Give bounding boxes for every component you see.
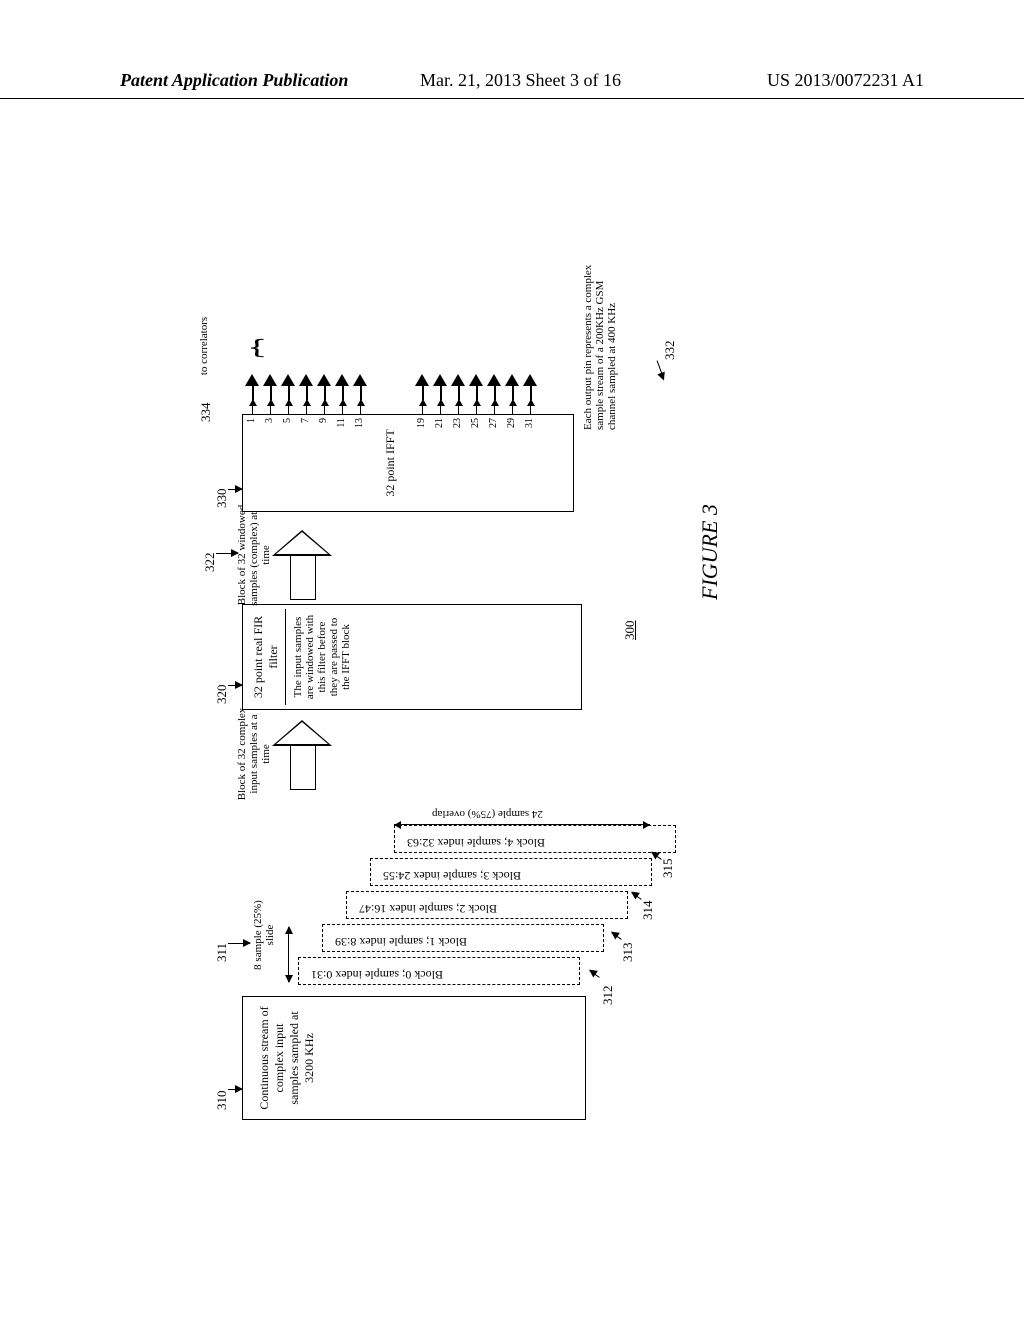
arrow2-label: Block of 32 windowed samples (complex) a…	[236, 500, 272, 610]
ref-300: 300	[622, 621, 638, 641]
ifft-pin-13	[360, 400, 361, 414]
header-right: US 2013/0072231 A1	[767, 70, 924, 91]
ifft-pin-11	[342, 400, 343, 414]
ifft-pin-label-25: 25	[470, 418, 481, 436]
ifft-pin-29	[512, 400, 513, 414]
ifft-pin-label-29: 29	[506, 418, 517, 436]
ref-334: 334	[198, 403, 214, 423]
ifft-pin-label-31: 31	[524, 418, 535, 436]
ref-330: 330	[214, 489, 230, 509]
ifft-pin-label-9: 9	[318, 418, 329, 436]
ifft-pin-19	[422, 400, 423, 414]
header-center: Mar. 21, 2013 Sheet 3 of 16	[420, 70, 621, 91]
ifft-pin-label-11: 11	[336, 418, 347, 436]
slide-label: 8 sample (25%) slide	[252, 890, 276, 980]
ref-313: 313	[620, 943, 636, 963]
ref-311: 311	[214, 943, 230, 962]
input-stream-text: Continuous stream of complex input sampl…	[257, 1003, 317, 1113]
ifft-pin-23	[458, 400, 459, 414]
ifft-pin-label-23: 23	[452, 418, 463, 436]
ifft-pin-label-13: 13	[354, 418, 365, 436]
big-arrow-2	[272, 530, 332, 600]
ifft-pin-label-5: 5	[282, 418, 293, 436]
to-correlators: to correlators	[198, 296, 210, 396]
fir-title: 32 point real FIR filter	[247, 609, 286, 705]
ifft-pin-21	[440, 400, 441, 414]
ifft-pin-label-21: 21	[434, 418, 445, 436]
ifft-pin-5	[288, 400, 289, 414]
block4: Block 4; sample index 32:63	[394, 825, 676, 853]
ifft-pin-27	[494, 400, 495, 414]
ifft-pin-7	[306, 400, 307, 414]
fir-desc: The input samples are windowed with this…	[286, 609, 358, 705]
ref-332: 332	[662, 341, 678, 361]
ref-312: 312	[600, 986, 616, 1006]
ref-320: 320	[214, 685, 230, 705]
ifft-pin-3	[270, 400, 271, 414]
block3: Block 3; sample index 24:55	[370, 858, 652, 886]
fir-box: 32 point real FIR filter The input sampl…	[242, 604, 582, 710]
ifft-pin-label-19: 19	[416, 418, 427, 436]
header-left: Patent Application Publication	[120, 70, 348, 91]
output-note: Each output pin represents a complex sam…	[582, 260, 618, 430]
ref-310: 310	[214, 1091, 230, 1111]
diagram: Continuous stream of complex input sampl…	[242, 220, 782, 1120]
arrow1-label: Block of 32 complex input samples at a t…	[236, 704, 272, 804]
block2: Block 2; sample index 16:47	[346, 891, 628, 919]
ref-322: 322	[202, 553, 218, 573]
ifft-pin-label-1: 1	[246, 418, 257, 436]
ifft-pin-label-3: 3	[264, 418, 275, 436]
ifft-pin-1	[252, 400, 253, 414]
overlap-label: 24 sample (75%) overlap	[432, 760, 543, 820]
ifft-pin-9	[324, 400, 325, 414]
block1: Block 1; sample index 8:39	[322, 924, 604, 952]
ref-314: 314	[640, 901, 656, 921]
big-arrow-1	[272, 720, 332, 790]
ifft-title: 32 point IFFT	[383, 419, 398, 507]
ifft-pin-25	[476, 400, 477, 414]
ifft-pin-31	[530, 400, 531, 414]
ifft-pin-label-27: 27	[488, 418, 499, 436]
input-stream-box: Continuous stream of complex input sampl…	[242, 996, 586, 1120]
ifft-pin-label-7: 7	[300, 418, 311, 436]
block0: Block 0; sample index 0:31	[298, 957, 580, 985]
ref-315: 315	[660, 859, 676, 879]
figure-caption: FIGURE 3	[697, 504, 723, 600]
